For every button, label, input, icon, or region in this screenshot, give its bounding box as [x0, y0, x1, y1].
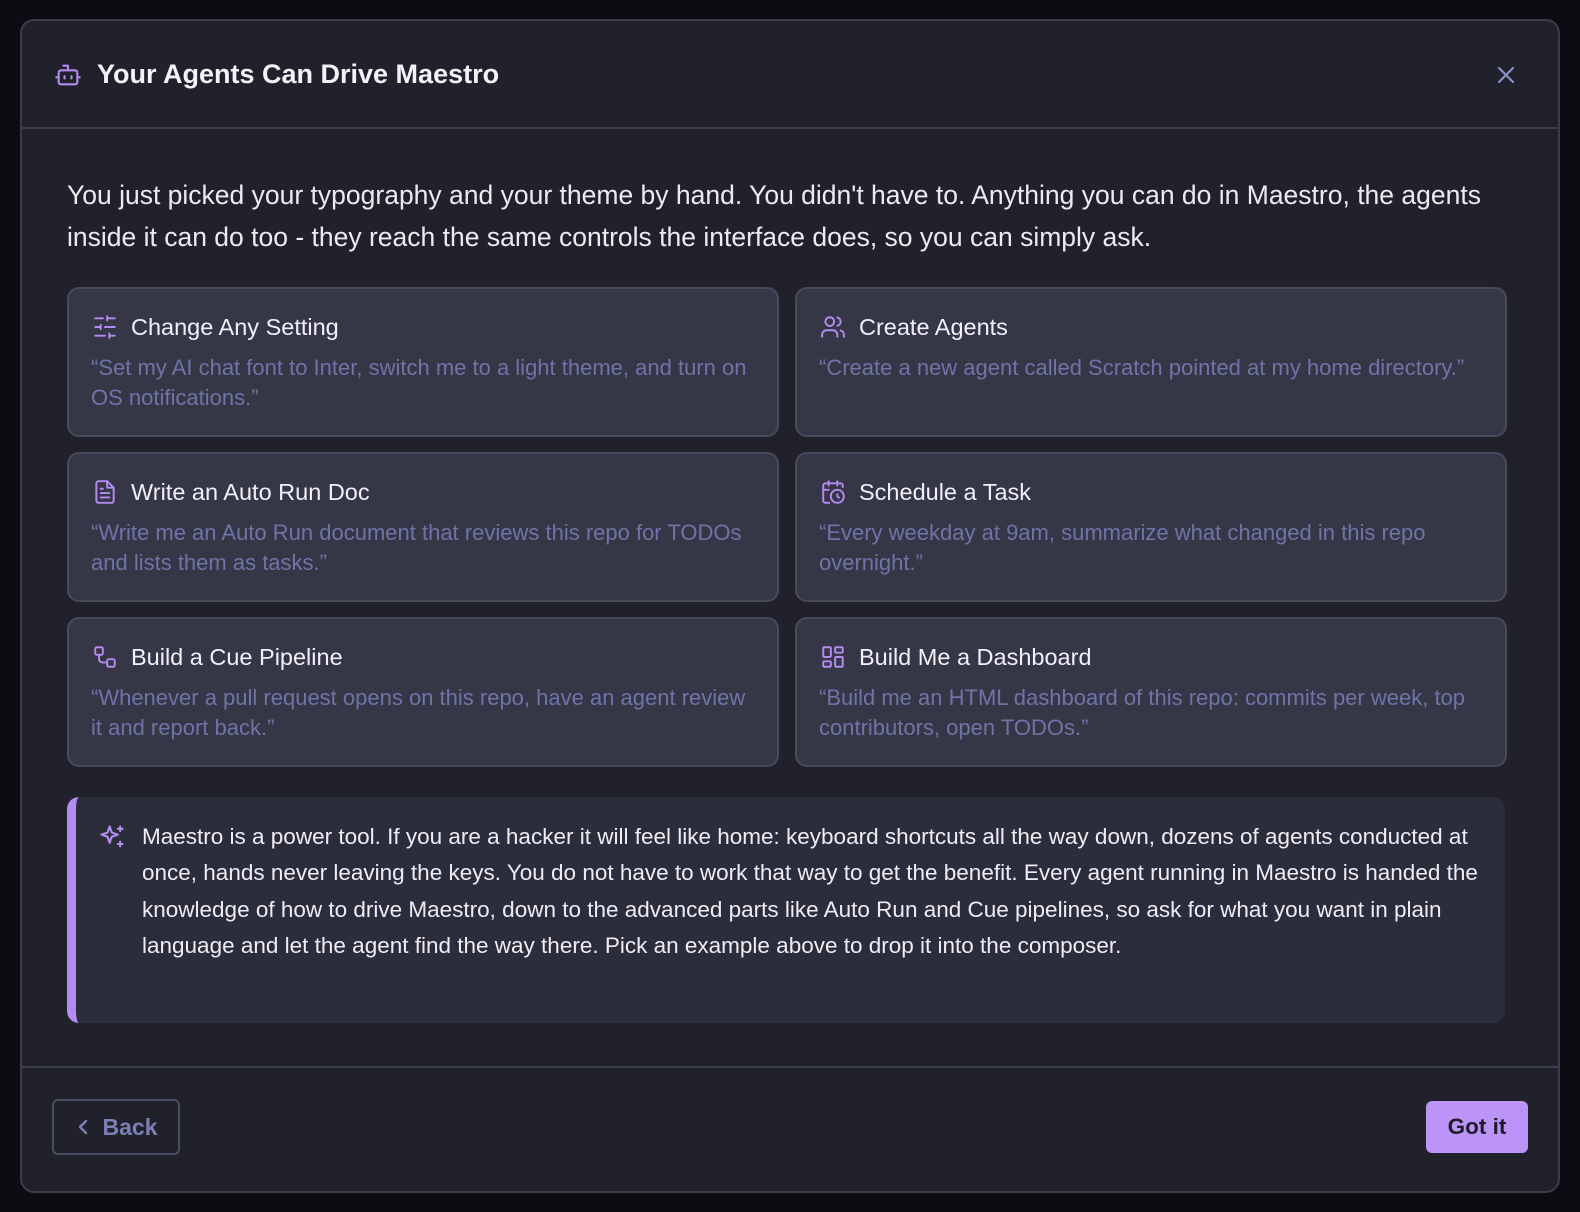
card-title: Write an Auto Run Doc [131, 478, 370, 505]
sparkles-icon [98, 823, 128, 853]
example-card-schedule-task[interactable]: Schedule a Task “Every weekday at 9am, s… [795, 452, 1507, 602]
card-example-prompt: “Build me an HTML dashboard of this repo… [819, 685, 1466, 740]
dialog-title: Your Agents Can Drive Maestro [97, 59, 500, 89]
close-icon [1497, 66, 1515, 84]
card-example-prompt: “Write me an Auto Run document that revi… [91, 520, 742, 575]
card-example-prompt: “Set my AI chat font to Inter, switch me… [91, 355, 747, 410]
calendar-clock-icon [819, 478, 847, 506]
document-icon [91, 478, 119, 506]
got-it-button-label: Got it [1447, 1114, 1507, 1139]
robot-icon [54, 61, 82, 89]
card-title: Build a Cue Pipeline [131, 643, 343, 670]
card-example-prompt: “Every weekday at 9am, summarize what ch… [819, 520, 1426, 575]
card-title: Create Agents [859, 313, 1008, 340]
example-cards: Change Any Setting “Set my AI chat font … [67, 287, 1507, 767]
example-card-change-setting[interactable]: Change Any Setting “Set my AI chat font … [67, 287, 779, 437]
chevron-left-icon [75, 1118, 93, 1136]
back-button[interactable]: Back [52, 1099, 180, 1155]
example-card-create-agents[interactable]: Create Agents “Create a new agent called… [795, 287, 1507, 437]
dialog-header: Your Agents Can Drive Maestro [22, 21, 1558, 129]
close-button[interactable] [1492, 61, 1520, 89]
users-icon [819, 313, 847, 341]
card-title: Change Any Setting [131, 313, 339, 340]
card-title: Schedule a Task [859, 478, 1032, 505]
intro-text: You just picked your typography and your… [67, 180, 1481, 252]
card-example-prompt: “Whenever a pull request opens on this r… [91, 685, 746, 740]
onboarding-dialog: Your Agents Can Drive Maestro You just p… [20, 19, 1560, 1193]
callout-text: Maestro is a power tool. If you are a ha… [142, 824, 1478, 959]
dialog-footer: Back Got it [22, 1066, 1558, 1191]
card-title: Build Me a Dashboard [859, 643, 1092, 670]
got-it-button[interactable]: Got it [1426, 1101, 1528, 1153]
info-callout: Maestro is a power tool. If you are a ha… [67, 797, 1505, 1023]
back-button-label: Back [102, 1113, 158, 1140]
dashboard-icon [819, 643, 847, 671]
pipeline-icon [91, 643, 119, 671]
sliders-icon [91, 313, 119, 341]
card-example-prompt: “Create a new agent called Scratch point… [819, 355, 1465, 380]
example-card-auto-run-doc[interactable]: Write an Auto Run Doc “Write me an Auto … [67, 452, 779, 602]
example-card-cue-pipeline[interactable]: Build a Cue Pipeline “Whenever a pull re… [67, 617, 779, 767]
example-card-dashboard[interactable]: Build Me a Dashboard “Build me an HTML d… [795, 617, 1507, 767]
